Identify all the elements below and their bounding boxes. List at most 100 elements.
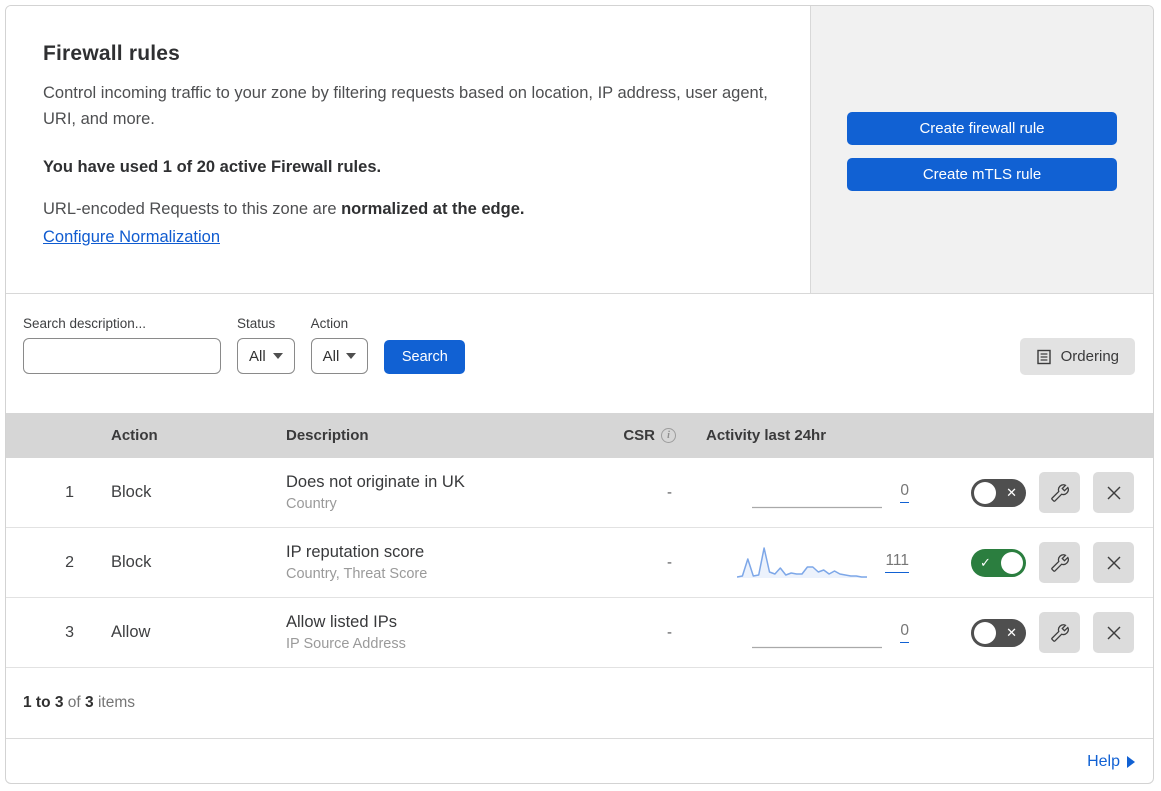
toggle-knob [974,481,996,504]
of-text: of [63,694,86,711]
arrow-right-icon [1127,756,1135,768]
rule-controls: ✕ [909,612,1153,653]
header-actions-panel: Create firewall rule Create mTLS rule [810,6,1153,293]
edit-rule-button[interactable] [1039,612,1080,653]
search-label: Search description... [23,316,147,331]
search-filter-group: Search description... [23,316,241,374]
rule-fields: Country [286,496,337,512]
rule-priority: 1 [65,483,74,501]
toggle-knob [1001,551,1023,574]
rule-csr-value: - [667,554,672,571]
csr-column-label: CSR [623,427,655,444]
table-body: 1 Block Does not originate in UK Country - 0 ✕… [6,458,1153,668]
rule-csr-value: - [667,484,672,501]
activity-sparkline [752,506,883,508]
check-icon: ✓ [980,554,991,570]
rule-priority: 3 [65,623,74,641]
rule-description-cell: Does not originate in UK Country [286,473,606,512]
pagination-summary: 1 to 3 of 3 items [6,668,1153,739]
page-description: Control incoming traffic to your zone by… [43,84,768,128]
rule-priority: 2 [65,553,74,571]
create-firewall-rule-button[interactable]: Create firewall rule [847,112,1117,145]
rule-enabled-toggle[interactable]: ✓ [971,548,1026,577]
rule-controls: ✓ [909,542,1153,583]
rule-enabled-toggle[interactable]: ✕ [971,478,1026,507]
list-document-icon [1036,349,1051,364]
close-icon [1107,626,1120,639]
activity-column-header: Activity last 24hr [706,427,827,444]
action-select-value: All [322,347,340,365]
rule-description: Does not originate in UK [286,473,465,491]
x-icon: ✕ [1006,484,1017,500]
activity-count-link[interactable]: 0 [900,622,909,643]
wrench-icon [1050,623,1069,642]
total-text: 3 [85,694,94,711]
rule-csr-value: - [667,624,672,641]
delete-rule-button[interactable] [1093,472,1134,513]
rule-description: Allow listed IPs [286,613,397,631]
header-section: Firewall rules Control incoming traffic … [6,6,1153,294]
rule-activity-cell: 0 [686,616,909,650]
activity-count-link[interactable]: 0 [900,482,909,503]
ordering-button-label: Ordering [1060,348,1119,365]
wrench-icon [1050,553,1069,572]
table-header: Action Description CSR i Activity last 2… [6,413,1153,458]
activity-sparkline [752,646,883,648]
normalization-note-bold: normalized at the edge. [341,200,525,218]
status-select[interactable]: All [237,338,295,374]
delete-rule-button[interactable] [1093,542,1134,583]
search-button[interactable]: Search [384,340,466,374]
rule-action: Block [111,483,152,501]
activity-count-link[interactable]: 111 [885,552,909,573]
normalization-note-text: URL-encoded Requests to this zone are [43,200,342,218]
items-text: items [93,694,135,711]
table-row: 3 Allow Allow listed IPs IP Source Address -… [6,598,1153,668]
rule-action: Allow [111,623,151,641]
help-link[interactable]: Help [1087,753,1135,771]
search-input[interactable] [42,339,241,373]
normalization-note: URL-encoded Requests to this zone are no… [43,200,770,219]
action-select[interactable]: All [310,338,369,374]
close-icon [1107,486,1120,499]
csr-column-header: CSR i [606,427,686,444]
create-mtls-rule-button[interactable]: Create mTLS rule [847,158,1117,191]
rule-enabled-toggle[interactable]: ✕ [971,618,1026,647]
wrench-icon [1050,483,1069,502]
page-title: Firewall rules [43,42,181,65]
edit-rule-button[interactable] [1039,542,1080,583]
rule-activity-cell: 0 [686,476,909,510]
chevron-down-icon [272,353,283,359]
delete-rule-button[interactable] [1093,612,1134,653]
rule-fields: Country, Threat Score [286,566,428,582]
status-filter-group: Status All [237,316,295,374]
help-bar: Help [6,739,1153,783]
rule-description-cell: IP reputation score Country, Threat Score [286,543,606,582]
filter-bar: Search description... Status All Action … [6,294,1153,413]
configure-normalization-link[interactable]: Configure Normalization [43,228,220,247]
chevron-down-icon [346,353,357,359]
ordering-button[interactable]: Ordering [1019,338,1135,375]
activity-sparkline [737,546,868,578]
rule-controls: ✕ [909,472,1153,513]
action-filter-group: Action All [310,316,369,374]
action-label: Action [310,316,349,331]
header-text-panel: Firewall rules Control incoming traffic … [6,6,810,293]
x-icon: ✕ [1006,624,1017,640]
rule-action: Block [111,553,152,571]
info-icon[interactable]: i [661,428,676,443]
status-label: Status [237,316,276,331]
close-icon [1107,556,1120,569]
rule-description: IP reputation score [286,543,425,561]
help-link-label: Help [1087,753,1120,770]
firewall-rules-card: Firewall rules Control incoming traffic … [5,5,1154,784]
edit-rule-button[interactable] [1039,472,1080,513]
rule-description-cell: Allow listed IPs IP Source Address [286,613,606,652]
rule-activity-cell: 111 [686,546,909,580]
status-select-value: All [249,347,266,365]
usage-summary: You have used 1 of 20 active Firewall ru… [43,158,382,176]
description-column-header: Description [286,427,369,444]
toggle-knob [974,621,996,644]
range-text: 1 to 3 [23,694,64,711]
rule-fields: IP Source Address [286,636,406,652]
table-row: 1 Block Does not originate in UK Country - 0 ✕ [6,458,1153,528]
